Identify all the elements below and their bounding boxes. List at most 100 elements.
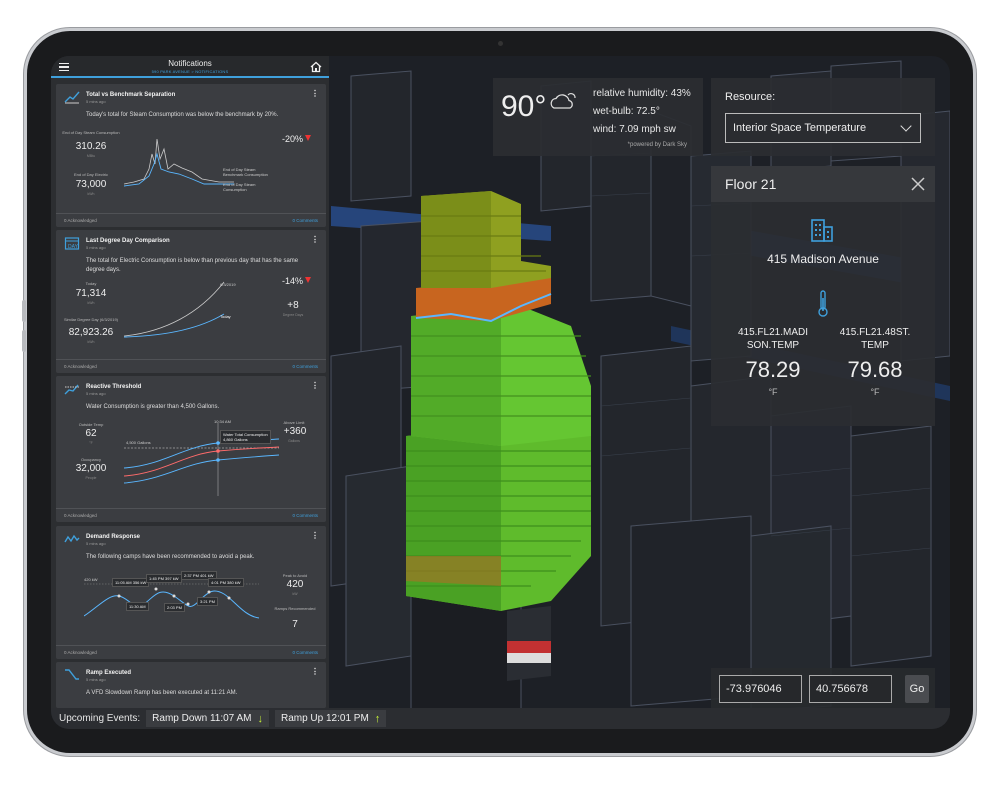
card-message: Today's total for Steam Consumption was … [86, 112, 279, 118]
sensor-reading[interactable]: 415.FL21.48ST. TEMP 79.68 °F [825, 326, 925, 397]
stat-value: 62 [85, 428, 97, 439]
sensor-name: 415.FL21.48ST. TEMP [839, 327, 911, 351]
percent-change: -14% [282, 276, 312, 286]
screen: Notifications 590 PARK AVENUE > NOTIFICA… [51, 56, 950, 729]
card-footer: 0 Acknowledged 0 Comments [56, 359, 326, 373]
peak-label: Peak to Avoid [282, 573, 308, 578]
card-title: Last Degree Day Comparison [86, 238, 170, 244]
notification-card[interactable]: Ramp Executed 5 mins ago ⋮ A VFD Slowdow… [56, 662, 326, 708]
close-icon[interactable] [911, 177, 925, 191]
sensor-value: 78.29 [745, 357, 801, 382]
building-icon [811, 219, 833, 242]
benchmark-chart [124, 138, 234, 187]
coordinate-search: -73.976046 40.756678 Go [711, 668, 935, 708]
card-title: Ramp Executed [86, 670, 132, 676]
sensor-value: 79.68 [847, 357, 903, 382]
powered-by[interactable]: *powered by Dark Sky [628, 142, 687, 148]
sensor-unit: °F [768, 387, 778, 397]
floor-panel: Floor 21 415 Madison Avenue 415.FL21.MAD… [711, 166, 935, 426]
building-address: 415 Madison Avenue [767, 252, 879, 266]
sensor-reading[interactable]: 415.FL21.MADI SON.TEMP 78.29 °F [723, 326, 823, 397]
volume-button [22, 300, 26, 322]
stat-unit: °F [89, 441, 93, 445]
stat-label: Similar Degree Day (6/3/2019) [63, 317, 119, 322]
more-options-icon[interactable]: ⋮ [311, 90, 319, 98]
down-arrow-icon [305, 277, 312, 283]
arrow-down-icon: ↓ [257, 712, 263, 725]
resource-panel: Resource: Interior Space Temperature [711, 78, 935, 156]
arrow-up-icon: ↑ [374, 712, 381, 725]
event-item[interactable]: Ramp Up 12:01 PM ↑ [274, 710, 387, 727]
above-limit-unit: Gallons [288, 439, 300, 443]
ramp-pill[interactable]: 11:30 AM [126, 602, 149, 611]
card-message: Water Consumption is greater than 4,500 … [86, 404, 220, 410]
notification-card[interactable]: Demand Response 5 mins ago ⋮ The followi… [56, 526, 326, 659]
acknowledged-count[interactable]: 0 Acknowledged [64, 650, 97, 655]
card-message: The following camps have been recommende… [86, 554, 255, 560]
resource-label: Resource: [725, 91, 776, 103]
wind: wind: 7.09 mph sw [593, 124, 676, 135]
legend-label: End of Day Steam Benchmark Consumption [223, 167, 268, 177]
comments-link[interactable]: 0 Comments [292, 218, 318, 223]
breadcrumb[interactable]: 590 PARK AVENUE > NOTIFICATIONS [51, 69, 329, 74]
partly-cloudy-icon [550, 93, 576, 109]
degree-day-value: +8 [287, 300, 299, 311]
stat-label: Outside Temp [78, 422, 104, 427]
ramp-pill[interactable]: 4:01 PM 380 kW [208, 578, 244, 587]
camera [498, 41, 503, 46]
demand-chart-icon [64, 534, 80, 543]
more-options-icon[interactable]: ⋮ [311, 668, 319, 676]
ramp-pill[interactable]: 3:21 PM [197, 597, 218, 606]
degree-day-label: Degree Days [282, 313, 304, 317]
notification-card[interactable]: DAY Last Degree Day Comparison 5 mins ag… [56, 230, 326, 373]
acknowledged-count[interactable]: 0 Acknowledged [64, 218, 97, 223]
go-button[interactable]: Go [905, 675, 929, 703]
more-options-icon[interactable]: ⋮ [311, 382, 319, 390]
longitude-input[interactable]: -73.976046 [719, 675, 802, 703]
peak-unit: kW [292, 592, 298, 596]
floor-title: Floor 21 [725, 176, 777, 192]
limit-label: 4,500 Gallons [126, 440, 151, 445]
volume-button [22, 330, 26, 352]
wet-bulb: wet-bulb: 72.5° [593, 106, 660, 117]
resource-selected-value: Interior Space Temperature [733, 122, 867, 134]
peak-value: 420 [286, 579, 304, 590]
ramp-pill[interactable]: 11:05 AM 356 kW [112, 578, 150, 587]
notification-card[interactable]: Total vs Benchmark Separation 5 mins ago… [56, 84, 326, 227]
stat-label: Today [85, 281, 97, 286]
ramp-icon [65, 669, 79, 680]
calendar-icon: DAY [64, 237, 80, 250]
resource-select[interactable]: Interior Space Temperature [725, 113, 921, 143]
comments-link[interactable]: 0 Comments [292, 364, 318, 369]
line-label: 6/3/2019 [220, 282, 236, 287]
upcoming-events-bar: Upcoming Events: Ramp Down 11:07 AM ↓ Ra… [51, 708, 950, 729]
home-icon[interactable] [310, 61, 322, 73]
more-options-icon[interactable]: ⋮ [311, 532, 319, 540]
line-label: Today [220, 314, 231, 319]
sensor-name: 415.FL21.MADI SON.TEMP [737, 327, 809, 351]
humidity: relative humidity: 43% [593, 88, 691, 99]
ramps-label: Ramps Recommended [274, 606, 316, 611]
stat-value: 32,000 [75, 463, 107, 474]
svg-text:DAY: DAY [68, 244, 79, 250]
comments-link[interactable]: 0 Comments [292, 513, 318, 518]
latitude-input[interactable]: 40.756678 [809, 675, 892, 703]
more-options-icon[interactable]: ⋮ [311, 236, 319, 244]
acknowledged-count[interactable]: 0 Acknowledged [64, 513, 97, 518]
acknowledged-count[interactable]: 0 Acknowledged [64, 364, 97, 369]
card-title: Demand Response [86, 534, 141, 540]
above-limit-value: +360 [283, 426, 307, 437]
notification-card[interactable]: Reactive Threshold 5 mins ago ⋮ Water Co… [56, 376, 326, 522]
card-message: The total for Electric Consumption is be… [86, 258, 299, 273]
ramp-pill[interactable]: 1:45 PM 397 kW [146, 574, 182, 583]
stat-label: End of Day Steam Consumption [62, 130, 120, 135]
comments-link[interactable]: 0 Comments [292, 650, 318, 655]
weather-panel: 90° relative humidity: 43% wet-bulb: 72.… [493, 78, 703, 156]
ramp-pill[interactable]: 2:03 PM [164, 603, 185, 612]
event-item[interactable]: Ramp Down 11:07 AM ↓ [146, 710, 269, 727]
stat-value: 82,923.26 [68, 327, 114, 338]
floor-header: Floor 21 [711, 166, 935, 202]
stat-value: 310.26 [75, 141, 107, 152]
stat-value: 73,000 [75, 179, 107, 190]
stat-label: Occupancy [80, 457, 101, 462]
